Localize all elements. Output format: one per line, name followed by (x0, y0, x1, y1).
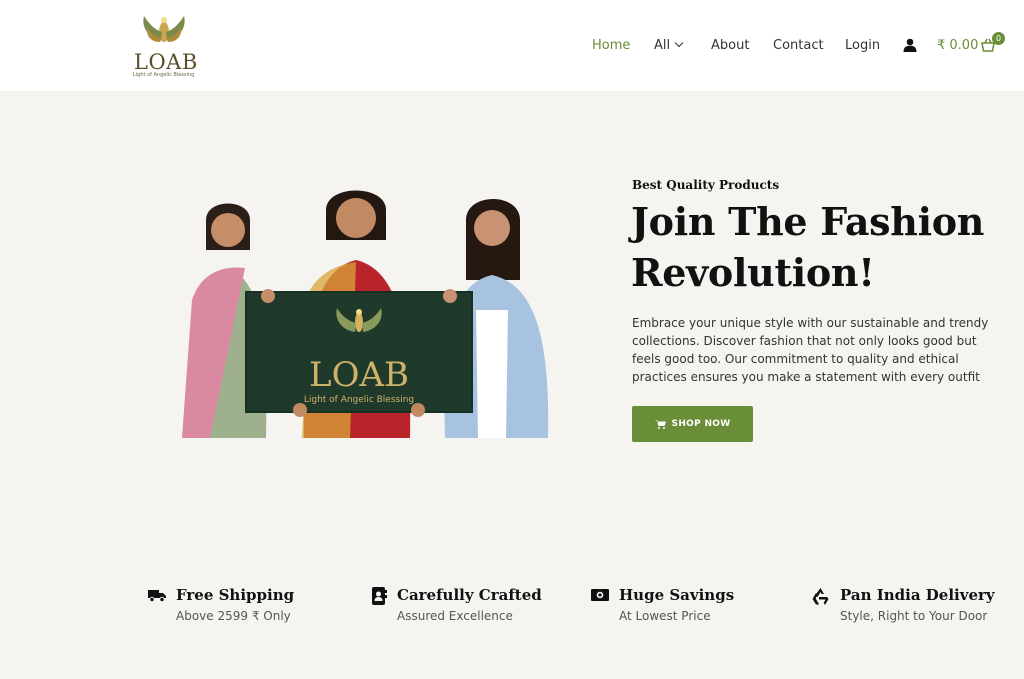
recycle-icon (811, 587, 830, 610)
nav-all-label: All (654, 38, 671, 53)
nav-home[interactable]: Home (592, 38, 630, 54)
feature-subtitle: Assured Excellence (397, 609, 513, 623)
nav-contact[interactable]: Contact (773, 38, 824, 54)
hero-description: Embrace your unique style with our susta… (632, 316, 989, 384)
hero-image: LOAB Light of Angelic Blessing (150, 180, 560, 438)
feature-subtitle: Above 2599 ₹ Only (176, 609, 291, 623)
feature-title: Free Shipping (176, 586, 295, 604)
address-book-icon (371, 587, 387, 610)
logo-wordmark: LOAB (134, 50, 198, 74)
logo-tagline: Light of Angelic Blessing (133, 72, 195, 78)
nav-all[interactable]: All (654, 38, 684, 54)
chevron-down-icon (674, 38, 684, 48)
site-logo[interactable]: LOAB Light of Angelic Blessing (131, 12, 197, 78)
angel-wings-emblem (143, 16, 185, 42)
feature-title: Carefully Crafted (397, 586, 542, 604)
hero-eyebrow: Best Quality Products (632, 178, 780, 192)
feature-title: Huge Savings (619, 586, 735, 604)
nav-about[interactable]: About (711, 38, 749, 54)
feature-subtitle: Style, Right to Your Door (840, 609, 988, 623)
feature-title: Pan India Delivery (840, 586, 995, 604)
user-icon[interactable] (903, 38, 917, 57)
sign-wordmark: LOAB (309, 355, 409, 395)
shopping-cart-icon (654, 420, 666, 429)
truck-icon (148, 587, 166, 608)
shop-now-label: SHOP NOW (671, 419, 731, 429)
feature-subtitle: At Lowest Price (619, 609, 711, 623)
hero-headline: Join The Fashion Revolution! (631, 199, 985, 295)
site-header: LOAB Light of Angelic Blessing Home All … (0, 0, 1024, 91)
cart-count-badge: 0 (992, 32, 1005, 45)
sign-tagline: Light of Angelic Blessing (304, 395, 414, 405)
shop-now-button[interactable]: SHOP NOW (632, 406, 753, 442)
money-bill-icon (591, 587, 609, 608)
nav-login[interactable]: Login (845, 38, 880, 54)
cart-total[interactable]: ₹ 0.00 (937, 38, 978, 53)
